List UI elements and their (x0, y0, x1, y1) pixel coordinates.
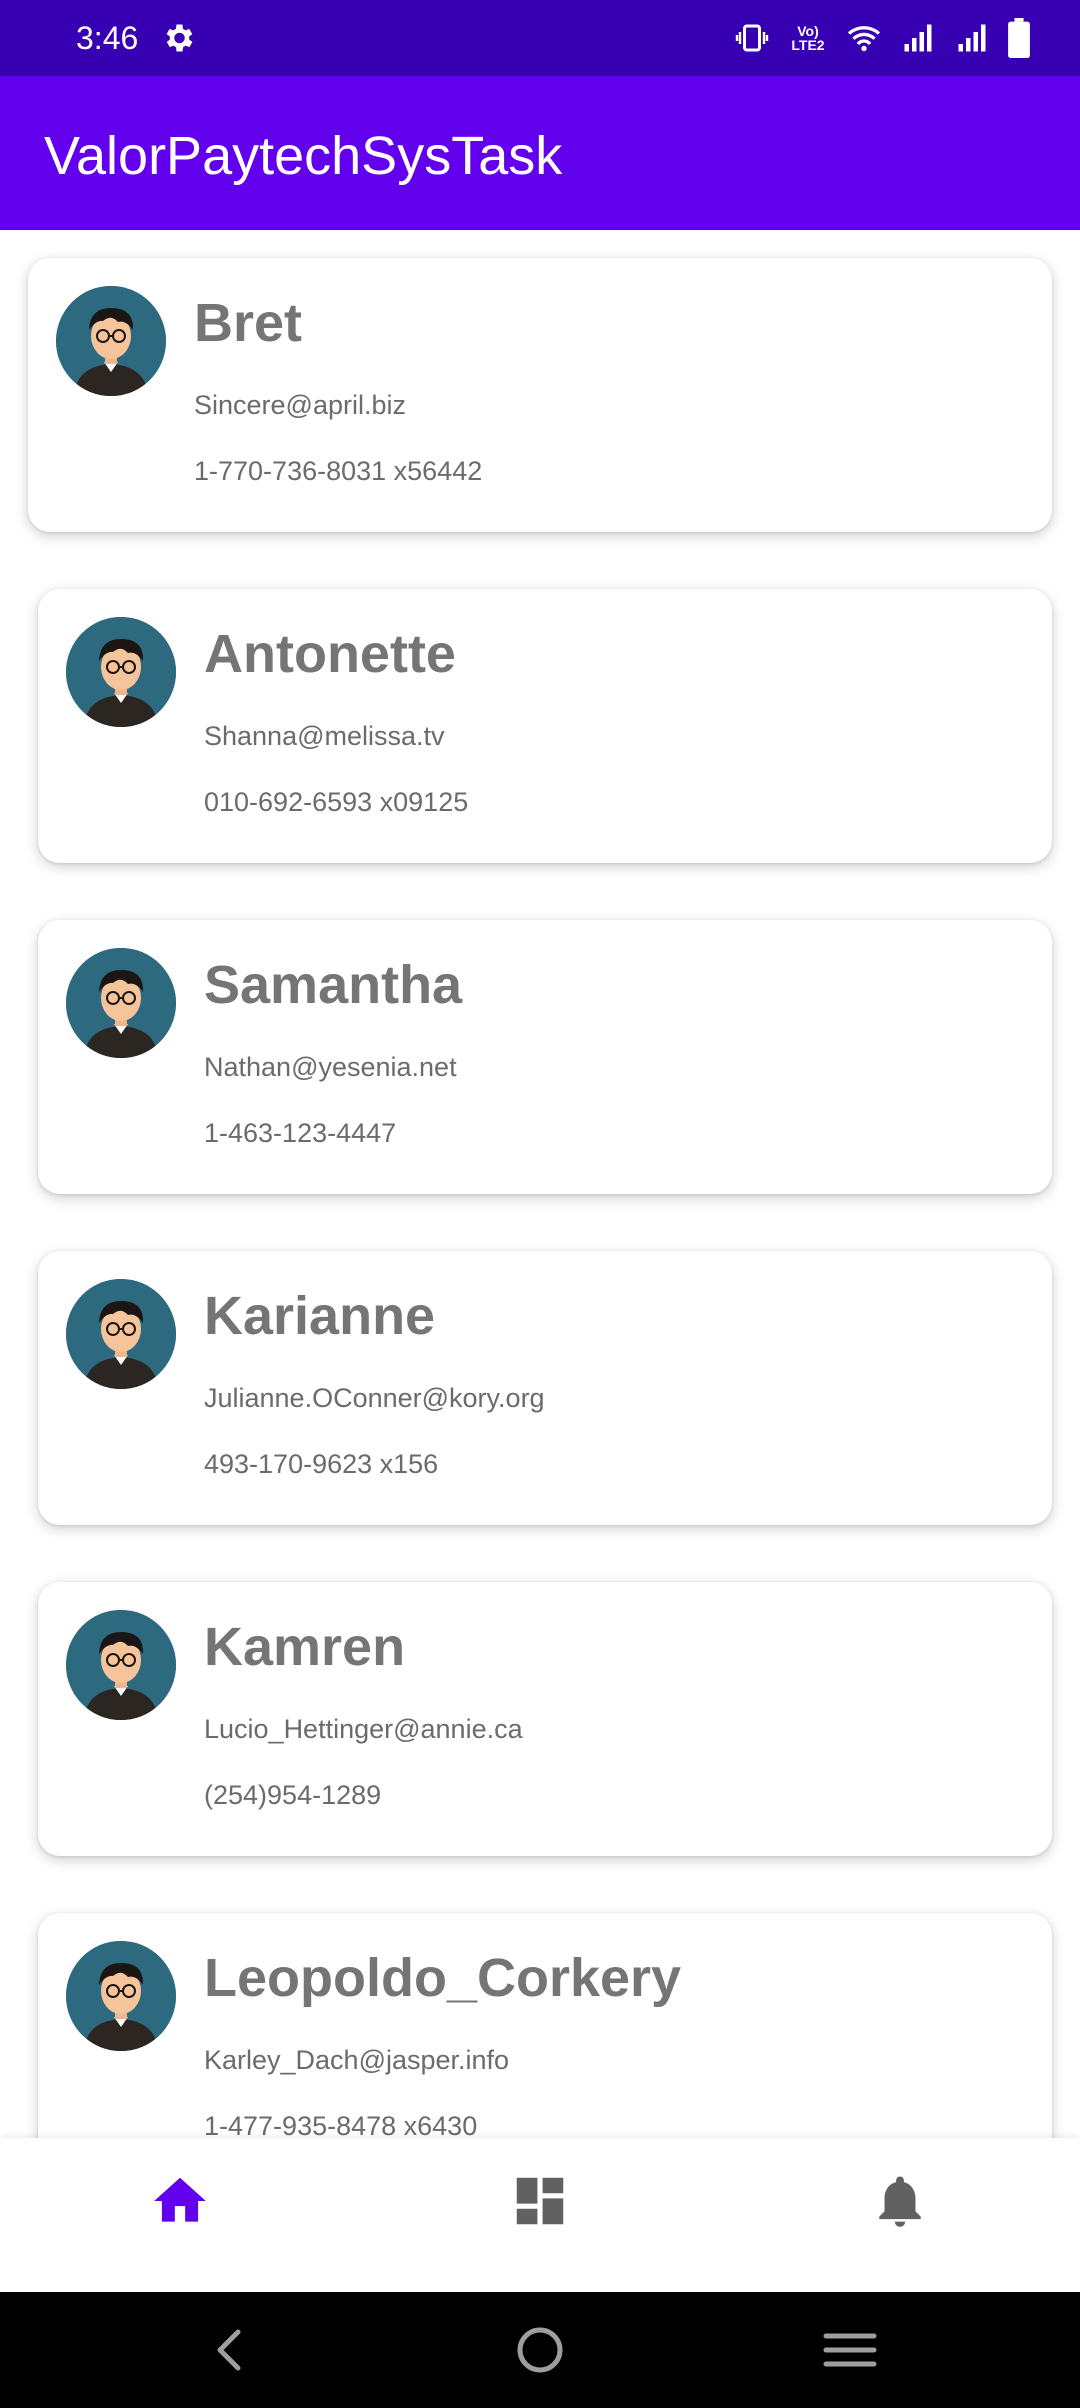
avatar (66, 948, 176, 1058)
user-phone: 1-770-736-8031 x56442 (194, 456, 483, 486)
avatar-icon (66, 1279, 176, 1389)
avatar-icon (66, 948, 176, 1058)
user-card[interactable]: Antonette Shanna@melissa.tv 010-692-6593… (38, 589, 1052, 863)
user-card[interactable]: Leopoldo_Corkery Karley_Dach@jasper.info… (38, 1913, 1052, 2138)
settings-gear-icon (166, 24, 193, 52)
avatar (56, 286, 166, 396)
status-icons: Vo) LTE2 (734, 16, 1030, 60)
avatar-icon (66, 617, 176, 727)
user-card[interactable]: Bret Sincere@april.biz 1-770-736-8031 x5… (28, 258, 1052, 532)
user-name: Kamren (204, 1617, 406, 1677)
user-name: Karianne (204, 1286, 436, 1346)
battery-icon (1008, 18, 1030, 58)
app-bar: ValorPaytechSysTask (0, 76, 1080, 230)
user-name: Antonette (204, 624, 456, 684)
user-card[interactable]: Karianne Julianne.OConner@kory.org 493-1… (38, 1251, 1052, 1525)
recents-menu-icon[interactable] (820, 2322, 880, 2378)
user-email: Karley_Dach@jasper.info (204, 2045, 510, 2075)
nav-dashboard[interactable] (505, 2166, 575, 2236)
avatar (66, 1941, 176, 2051)
bell-icon (879, 2176, 921, 2227)
user-email: Julianne.OConner@kory.org (204, 1383, 545, 1413)
user-phone: 1-477-935-8478 x6430 (204, 2111, 478, 2138)
avatar-icon (66, 1941, 176, 2051)
avatar (66, 617, 176, 727)
home-icon (154, 2177, 206, 2222)
user-phone: 010-692-6593 x09125 (204, 787, 469, 817)
vibrate-icon (735, 24, 769, 52)
app-title: ValorPaytechSysTask (44, 126, 563, 186)
user-email: Nathan@yesenia.net (204, 1052, 457, 1082)
signal-icon (958, 24, 986, 52)
back-icon[interactable] (200, 2322, 260, 2378)
avatar (66, 1279, 176, 1389)
volte-icon: Vo) LTE2 (791, 23, 825, 53)
user-phone: 493-170-9623 x156 (204, 1449, 439, 1479)
user-name: Samantha (204, 955, 463, 1015)
user-card[interactable]: Samantha Nathan@yesenia.net 1-463-123-44… (38, 920, 1052, 1194)
system-navigation-bar (0, 2292, 1080, 2408)
bottom-navigation (0, 2138, 1080, 2292)
status-bar: 3:46 Vo) LTE2 (0, 0, 1080, 76)
dashboard-icon (516, 2177, 564, 2225)
status-time: 3:46 (76, 20, 139, 56)
user-email: Lucio_Hettinger@annie.ca (204, 1714, 523, 1744)
user-email: Sincere@april.biz (194, 390, 406, 420)
user-phone: (254)954-1289 (204, 1780, 382, 1810)
nav-home[interactable] (145, 2166, 215, 2236)
home-circle-icon[interactable] (510, 2322, 570, 2378)
user-phone: 1-463-123-4447 (204, 1118, 397, 1148)
avatar (66, 1610, 176, 1720)
user-card[interactable]: Kamren Lucio_Hettinger@annie.ca (254)954… (38, 1582, 1052, 1856)
nav-notifications[interactable] (865, 2166, 935, 2236)
wifi-icon (847, 26, 881, 52)
signal-icon (904, 24, 932, 52)
user-email: Shanna@melissa.tv (204, 721, 445, 751)
avatar-icon (56, 286, 166, 396)
user-name: Bret (194, 293, 303, 353)
user-list[interactable]: Bret Sincere@april.biz 1-770-736-8031 x5… (0, 230, 1080, 2138)
user-name: Leopoldo_Corkery (204, 1948, 682, 2008)
avatar-icon (66, 1610, 176, 1720)
